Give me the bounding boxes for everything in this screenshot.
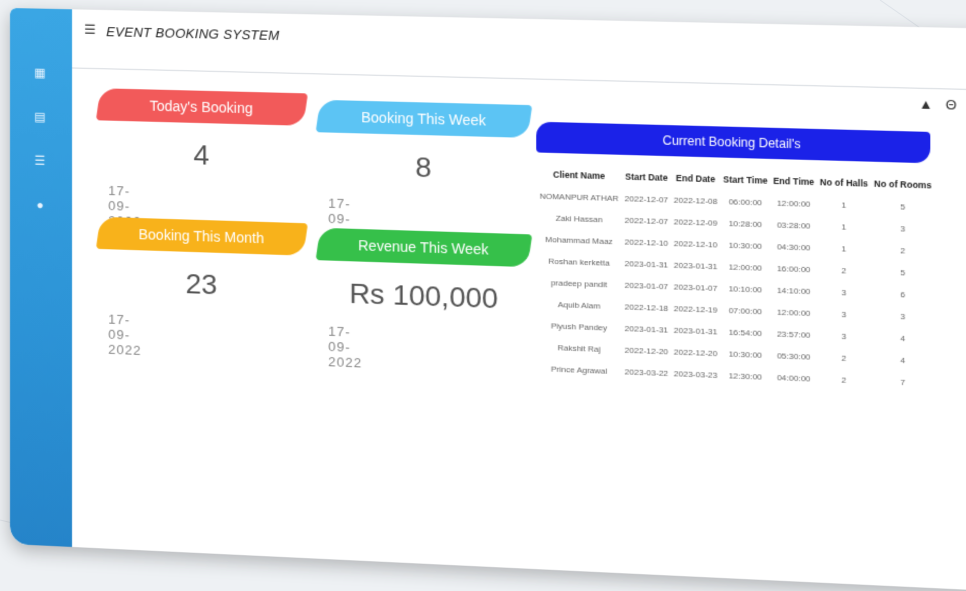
table-cell: 2023-03-22 [624, 367, 669, 379]
table-cell: 2022-12-20 [673, 347, 718, 359]
table-cell: 1 [841, 222, 847, 232]
table-cell: 2023-01-31 [673, 325, 718, 337]
table-cell: 10:10:00 [728, 284, 763, 295]
table-cell: 2022-12-19 [673, 303, 718, 315]
table-cell: 2022-12-07 [624, 194, 669, 205]
column-header: Start Time [723, 174, 768, 186]
table-cell: 04:00:00 [776, 372, 811, 384]
table-cell: 3 [900, 224, 906, 234]
table-cell: 3 [841, 309, 847, 320]
table-cell: 10:30:00 [728, 349, 763, 360]
table-cell: 1 [841, 244, 847, 254]
table-cell: Mohammad Maaz [545, 234, 613, 247]
table-cell: 10:28:00 [728, 218, 763, 230]
list-icon[interactable]: ☰ [32, 153, 48, 169]
table-cell: 3 [900, 311, 906, 322]
table-cell: 2022-12-18 [624, 302, 669, 314]
card-value: 8 [415, 151, 432, 184]
table-cell: 7 [900, 377, 906, 388]
table-cell: 16:00:00 [776, 263, 811, 275]
table-cell: 3 [841, 331, 847, 342]
table-cell: 4 [900, 355, 906, 366]
table-cell: pradeep pandit [550, 278, 608, 290]
table-cell: 06:00:00 [728, 197, 763, 208]
table-cell: 2022-12-09 [673, 217, 718, 228]
table-cell: 10:30:00 [728, 240, 763, 252]
table-cell: 12:00:00 [776, 307, 811, 319]
table-cell: 2 [841, 375, 847, 385]
table-cell: 2023-01-07 [624, 280, 669, 292]
table-cell: 2 [841, 266, 847, 276]
table-cell: 04:30:00 [776, 242, 811, 253]
table-cell: 2023-01-07 [673, 282, 718, 294]
book-icon[interactable]: ▤ [32, 109, 48, 125]
table-cell: 3 [841, 287, 847, 298]
table-cell: 1 [841, 200, 847, 210]
table-cell: 6 [900, 289, 906, 300]
table-cell: 5 [900, 267, 906, 278]
hamburger-menu-icon[interactable]: ☰ [84, 22, 96, 38]
column-header: Client Name [553, 169, 605, 182]
table-cell: 12:00:00 [776, 198, 811, 209]
table-cell: 14:10:00 [776, 285, 811, 297]
card-label: Booking This Month [95, 216, 308, 256]
card-value: 4 [193, 139, 210, 171]
card-label: Today's Booking [95, 88, 308, 126]
table-cell: 05:30:00 [776, 351, 811, 362]
card-value: Rs 100,000 [349, 277, 499, 315]
card-label: Revenue This Week [315, 227, 533, 268]
table-cell: 2022-12-08 [673, 195, 718, 207]
table-cell: Aquib Alam [557, 299, 601, 311]
card-value: 23 [185, 267, 218, 301]
table-cell: 16:54:00 [728, 327, 763, 339]
header-actions: ▲ Θ ⏻ [910, 96, 966, 114]
account-icon[interactable]: Θ [946, 97, 957, 113]
table-cell: 07:00:00 [728, 305, 763, 317]
table-cell: 2 [841, 353, 847, 364]
table-cell: 2022-12-07 [624, 215, 669, 227]
table-cell: Prince Agrawal [550, 364, 608, 376]
user-icon[interactable]: ● [32, 197, 48, 214]
table-cell: 4 [900, 333, 906, 344]
column-header: No of Halls [819, 176, 868, 189]
table-body: NOMANPUR ATHAR 2022-12-07 2022-12-08 06:00:… [536, 185, 934, 394]
table-cell: 12:30:00 [728, 371, 763, 382]
column-header: Start Date [625, 171, 668, 183]
table-cell: 5 [900, 202, 906, 212]
table-cell: 2023-01-31 [624, 323, 669, 335]
table-cell: 03:28:00 [776, 220, 811, 231]
table-cell: 2023-01-31 [673, 260, 718, 272]
column-header: End Time [773, 175, 815, 188]
table-cell: 23:57:00 [776, 329, 811, 340]
sidebar: ▦ ▤ ☰ ● [10, 8, 73, 547]
table-cell: 2022-12-20 [624, 345, 669, 357]
table-cell: 12:00:00 [728, 262, 763, 273]
current-booking-details: Current Booking Detail's Client Name Sta… [536, 121, 934, 446]
table-cell: Roshan kerketta [548, 256, 610, 268]
table-cell: Piyush Pandey [550, 321, 608, 333]
booking-table: Client Name Start Date End Date Start Ti… [536, 163, 934, 395]
table-cell: NOMANPUR ATHAR [539, 191, 619, 204]
table-cell: 2022-12-10 [673, 238, 718, 250]
table-cell: 2023-01-31 [624, 259, 669, 270]
app-title: EVENT BOOKING SYSTEM [106, 24, 280, 44]
column-header: End Date [675, 172, 716, 185]
app-window: ▦ ▤ ☰ ● ☰ EVENT BOOKING SYSTEM ▲ Θ ⏻ Tod… [10, 8, 966, 591]
table-cell: 2023-03-23 [673, 369, 718, 381]
notification-icon[interactable]: ▲ [919, 96, 933, 112]
card-date: 17-09-2022 [328, 323, 363, 371]
details-title: Current Booking Detail's [536, 121, 931, 164]
table-cell: Zaki Hassan [555, 213, 603, 225]
dashboard-icon[interactable]: ▦ [32, 65, 48, 81]
column-header: No of Rooms [873, 178, 932, 191]
table-cell: 2022-12-10 [624, 237, 669, 249]
card-date: 17-09-2022 [108, 311, 142, 359]
card-label: Booking This Week [315, 99, 533, 138]
table-cell: 2 [900, 246, 906, 256]
